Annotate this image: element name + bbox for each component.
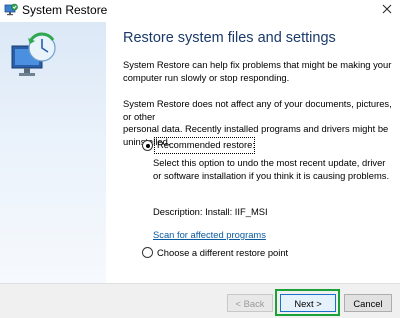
system-restore-window: System Restore Restore system files and … xyxy=(0,0,400,318)
cancel-button[interactable]: Cancel xyxy=(344,294,392,312)
page-title: Restore system files and settings xyxy=(123,30,336,46)
wizard-sidebar xyxy=(0,22,106,283)
recommended-restore-radio[interactable] xyxy=(142,140,153,151)
intro-text: System Restore can help fix problems tha… xyxy=(123,59,395,84)
scan-affected-programs-link[interactable]: Scan for affected programs xyxy=(153,229,266,240)
close-button[interactable] xyxy=(374,0,400,20)
wizard-footer: < Back Next > Cancel xyxy=(0,283,400,318)
restore-description: Description: Install: IIF_MSI xyxy=(153,206,268,217)
choose-restore-point-radio[interactable] xyxy=(142,247,153,258)
intro-line-2: computer run slowly or stop responding. xyxy=(123,71,290,83)
restore-computer-illustration xyxy=(8,28,68,88)
recommended-description: Select this option to undo the most rece… xyxy=(153,157,398,182)
window-title: System Restore xyxy=(22,3,108,17)
recommended-restore-label[interactable]: Recommended restore: xyxy=(157,139,255,150)
close-icon xyxy=(382,1,392,19)
wizard-content: Restore system files and settings System… xyxy=(106,22,400,283)
system-restore-icon xyxy=(4,3,18,17)
info-line-2: personal data. Recently installed progra… xyxy=(123,123,389,134)
back-button[interactable]: < Back xyxy=(227,294,273,312)
recommended-desc-line-1: Select this option to undo the most rece… xyxy=(153,157,386,168)
choose-restore-point-label[interactable]: Choose a different restore point xyxy=(157,247,288,258)
intro-line-1: System Restore can help fix problems tha… xyxy=(123,59,392,70)
title-bar: System Restore xyxy=(0,0,400,22)
recommended-desc-line-2: or software installation if you think it… xyxy=(153,169,390,181)
next-button-highlight xyxy=(275,289,340,316)
info-line-1: System Restore does not affect any of yo… xyxy=(123,98,392,122)
